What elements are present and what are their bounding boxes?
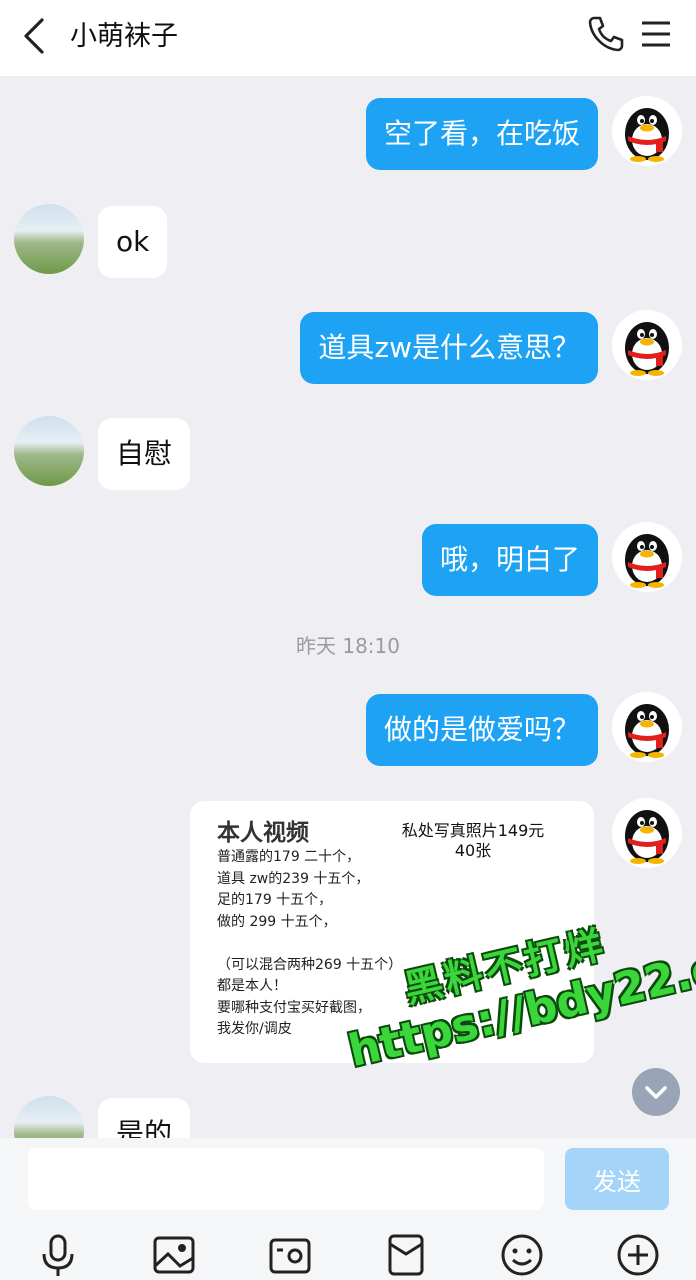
image-icon — [153, 1236, 195, 1274]
card-line: 足的179 十五个， — [217, 892, 333, 908]
card-line: 普通露的179 二十个， — [217, 849, 361, 865]
menu-icon — [642, 21, 670, 47]
penguin-icon — [625, 810, 669, 864]
card-side-line: 40张 — [454, 841, 492, 860]
message-bubble[interactable]: 做的是做爱吗？ — [365, 694, 598, 766]
red-packet-button[interactable] — [382, 1232, 430, 1278]
mic-icon — [42, 1234, 74, 1276]
plus-icon — [617, 1234, 659, 1276]
message-bubble[interactable]: 自慰 — [98, 418, 191, 490]
chevron-left-icon — [24, 18, 44, 54]
camera-icon — [269, 1238, 311, 1274]
card-line: 道具 zw的239 十五个， — [217, 870, 370, 887]
message-input[interactable] — [28, 1148, 544, 1210]
avatar[interactable] — [14, 416, 84, 486]
emoji-icon — [501, 1234, 543, 1276]
call-button[interactable] — [584, 12, 628, 56]
message-bubble[interactable]: 道具zw是什么意思？ — [300, 312, 598, 384]
message-bubble[interactable]: ok — [98, 206, 168, 278]
avatar[interactable] — [612, 692, 682, 762]
red-packet-icon — [388, 1234, 424, 1276]
avatar[interactable] — [14, 204, 84, 274]
avatar[interactable] — [612, 310, 682, 380]
more-button[interactable] — [614, 1232, 662, 1278]
camera-button[interactable] — [266, 1232, 314, 1278]
album-button[interactable] — [150, 1232, 198, 1278]
send-button[interactable]: 发送 — [565, 1148, 669, 1210]
message-bubble[interactable]: 是的 — [98, 1098, 191, 1138]
card-line: 我发你/调皮 — [217, 1021, 292, 1037]
card-line — [217, 933, 402, 955]
image-message[interactable]: 本人视频 私处写真照片149元 40张 普通露的179 二十个， 道具 zw的2… — [190, 801, 594, 1063]
phone-icon — [588, 16, 624, 52]
message-list[interactable]: 空了看，在吃饭 ok 道具zw是什么意思？ 自慰 哦，明白了 昨天 18:10 … — [0, 76, 696, 1138]
input-bar: 发送 — [0, 1138, 696, 1280]
avatar[interactable] — [612, 96, 682, 166]
scroll-to-bottom-button[interactable] — [632, 1068, 680, 1116]
card-line: 做的 299 十五个， — [217, 913, 337, 930]
message-bubble[interactable]: 哦，明白了 — [421, 524, 598, 596]
chat-header: 小萌袜子 — [0, 0, 696, 76]
penguin-icon — [625, 108, 669, 162]
penguin-icon — [625, 534, 669, 588]
card-line: 要哪种支付宝买好截图， — [217, 999, 371, 1016]
chat-title: 小萌袜子 — [70, 21, 178, 52]
menu-button[interactable] — [636, 12, 676, 56]
penguin-icon — [625, 322, 669, 376]
emoji-button[interactable] — [498, 1232, 546, 1278]
avatar[interactable] — [612, 522, 682, 592]
card-text-lines: 普通露的179 二十个， 道具 zw的239 十五个， 足的179 十五个， 做… — [217, 847, 402, 1041]
card-line: 都是本人！ — [217, 978, 287, 994]
penguin-icon — [625, 704, 669, 758]
card-side-text: 私处写真照片149元 40张 — [378, 821, 568, 861]
card-side-line: 私处写真照片149元 — [401, 821, 545, 840]
avatar[interactable] — [14, 1096, 84, 1138]
card-line: （可以混合两种269 十五个） — [217, 956, 403, 973]
voice-button[interactable] — [34, 1232, 82, 1278]
avatar[interactable] — [612, 798, 682, 868]
message-bubble[interactable]: 空了看，在吃饭 — [365, 98, 598, 170]
chevron-down-icon — [645, 1086, 667, 1099]
timestamp: 昨天 18:10 — [296, 634, 400, 658]
card-title: 本人视频 — [217, 820, 309, 846]
back-button[interactable] — [18, 14, 54, 58]
